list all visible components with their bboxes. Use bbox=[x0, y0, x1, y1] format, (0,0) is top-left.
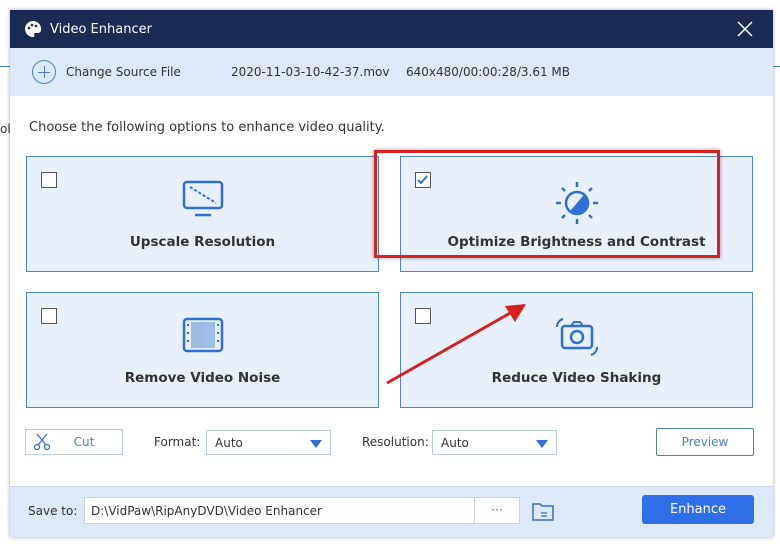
annotation-arrow bbox=[386, 304, 526, 385]
